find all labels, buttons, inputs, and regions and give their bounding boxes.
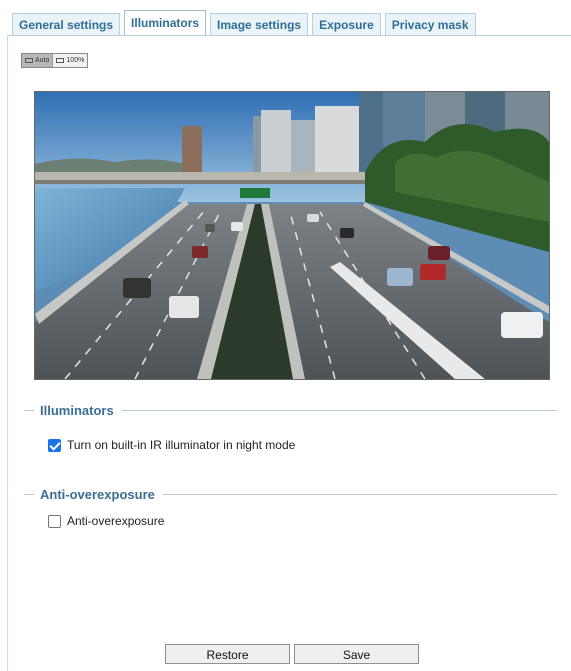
section-dash (24, 493, 34, 495)
view-100-button[interactable]: 100% (52, 54, 88, 67)
view-100-label: 100% (66, 57, 85, 64)
tab-divider (7, 35, 571, 36)
anti-overexposure-checkbox[interactable] (48, 514, 61, 528)
view-auto-label: Auto (35, 57, 50, 64)
illuminators-section-header: Illuminators (24, 402, 557, 418)
anti-overexposure-section-title: Anti-overexposure (40, 486, 155, 502)
tab-privacy-mask[interactable]: Privacy mask (384, 13, 476, 35)
tab-illuminators[interactable]: Illuminators (124, 10, 207, 35)
camera-snapshot (35, 92, 549, 379)
anti-overexposure-label[interactable]: Anti-overexposure (67, 514, 164, 528)
tab-bar: General settings Illuminators Image sett… (12, 10, 480, 35)
screen-icon (56, 58, 65, 63)
save-button[interactable]: Save (294, 644, 419, 664)
ir-illuminator-label[interactable]: Turn on built-in IR illuminator in night… (67, 438, 295, 452)
tab-general-settings[interactable]: General settings (12, 13, 121, 35)
panel-left-border (7, 35, 8, 671)
section-dash (24, 409, 34, 411)
ir-illuminator-checkbox[interactable] (48, 438, 61, 452)
ir-illuminator-option: Turn on built-in IR illuminator in night… (48, 438, 295, 452)
section-rule (162, 493, 557, 495)
anti-overexposure-section-header: Anti-overexposure (24, 486, 557, 502)
illuminators-section-title: Illuminators (40, 402, 114, 418)
view-auto-button[interactable]: Auto (22, 54, 53, 67)
view-size-toggle: Auto 100% (21, 53, 89, 68)
screen-icon (25, 58, 33, 63)
restore-button[interactable]: Restore (165, 644, 290, 664)
live-video-view (34, 91, 550, 380)
tab-exposure[interactable]: Exposure (312, 13, 381, 35)
anti-overexposure-option: Anti-overexposure (48, 514, 164, 528)
tab-image-settings[interactable]: Image settings (210, 13, 309, 35)
section-rule (121, 409, 557, 411)
